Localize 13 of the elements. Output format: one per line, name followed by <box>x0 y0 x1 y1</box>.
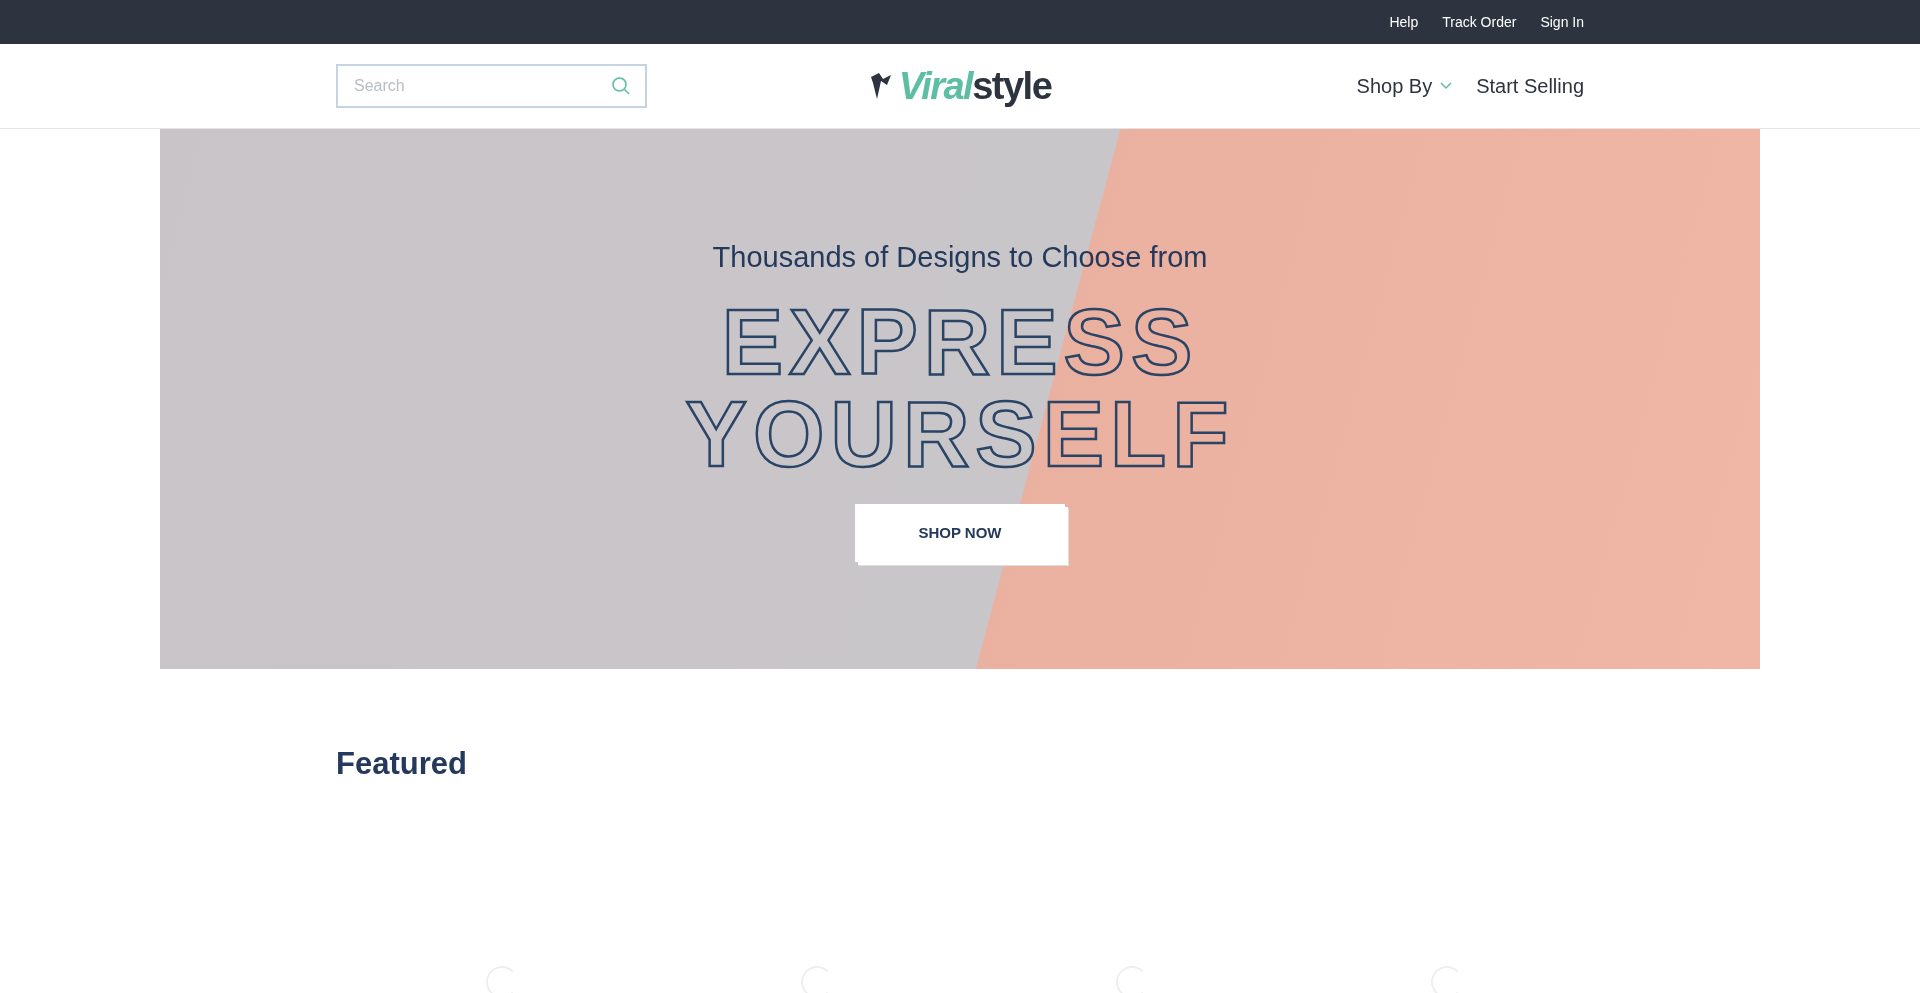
nav-link[interactable]: Start Selling <box>1476 71 1584 101</box>
logo[interactable]: Viralstyle <box>868 57 1052 115</box>
nav-link[interactable]: Shop By <box>1356 71 1453 101</box>
top-link[interactable]: Sign In <box>1540 11 1584 33</box>
top-link[interactable]: Track Order <box>1442 11 1517 33</box>
chevron-down-icon <box>1440 82 1453 90</box>
search-field[interactable]: Search <box>336 64 647 108</box>
search-icon <box>611 76 631 96</box>
top-link[interactable]: Help <box>1389 11 1419 33</box>
hero-subtitle: Thousands of Designs to Choose from <box>712 240 1208 276</box>
hero-headline: YOURSELF <box>685 387 1235 480</box>
section-title: Featured <box>336 745 468 783</box>
hero-headline: EXPRESS <box>721 295 1199 388</box>
